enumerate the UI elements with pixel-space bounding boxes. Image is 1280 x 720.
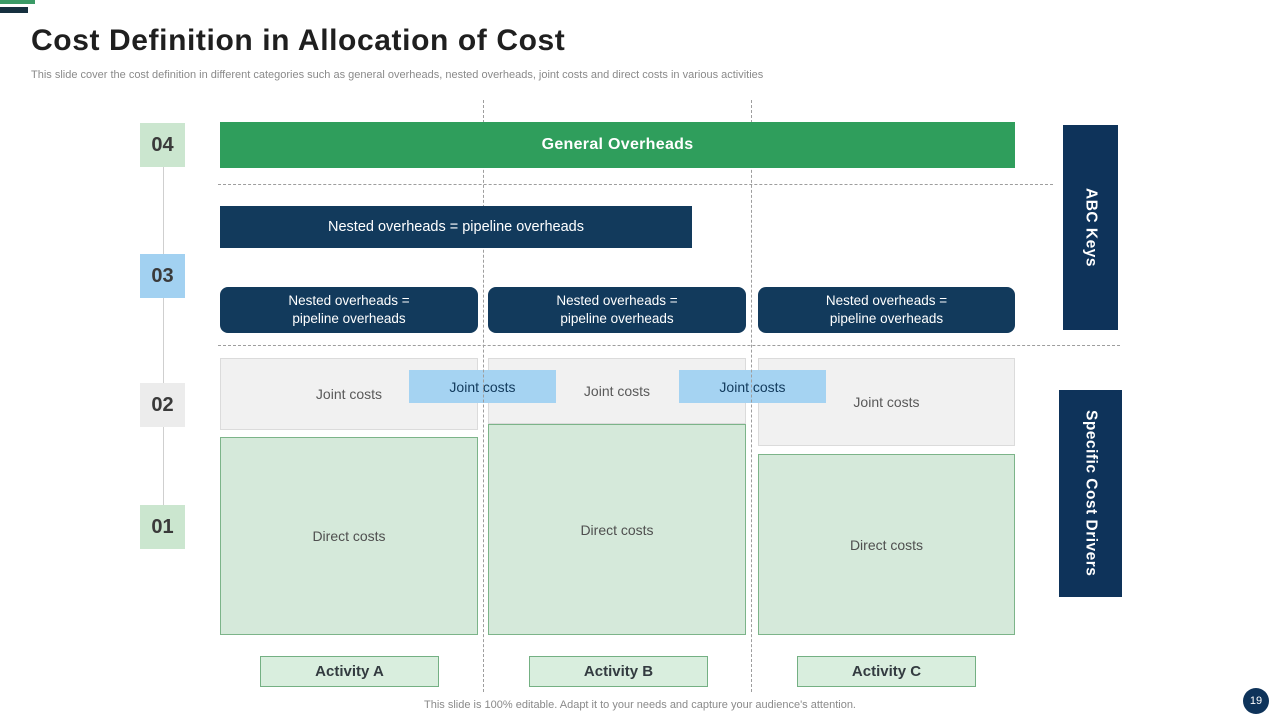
activity-a-label: Activity A	[260, 656, 439, 687]
timeline-connector-line	[163, 167, 164, 548]
page-number-badge: 19	[1243, 688, 1269, 714]
timeline-step-01: 01	[140, 505, 185, 549]
timeline-step-02: 02	[140, 383, 185, 427]
activity-b-label: Activity B	[529, 656, 708, 687]
general-overheads-bar: General Overheads	[220, 122, 1015, 168]
row-divider-dashed-bottom	[218, 345, 1120, 346]
nested-overheads-box-activity-a: Nested overheads = pipeline overheads	[220, 287, 478, 333]
timeline-step-04: 04	[140, 123, 185, 167]
column-divider-dashed-right	[751, 100, 752, 692]
page-subtitle: This slide cover the cost definition in …	[31, 69, 764, 81]
row-divider-dashed-top	[218, 184, 1053, 185]
timeline-step-03: 03	[140, 254, 185, 298]
nested-text-line1: Nested overheads =	[825, 292, 948, 308]
nested-overheads-wide-bar: Nested overheads = pipeline overheads	[220, 206, 692, 248]
joint-costs-shared-chip-bc: Joint costs	[679, 370, 826, 403]
direct-costs-box-activity-b: Direct costs	[488, 424, 746, 635]
header-accent-green	[0, 0, 35, 4]
nested-text-line1: Nested overheads =	[288, 292, 410, 308]
nested-overheads-box-activity-b: Nested overheads = pipeline overheads	[488, 287, 746, 333]
direct-costs-box-activity-a: Direct costs	[220, 437, 478, 635]
specific-cost-drivers-sidebar: Specific Cost Drivers	[1059, 390, 1122, 597]
nested-overheads-box-activity-c: Nested overheads = pipeline overheads	[758, 287, 1015, 333]
column-divider-dashed-left	[483, 100, 484, 692]
nested-text-line2: pipeline overheads	[560, 311, 674, 326]
header-accent-navy	[0, 7, 28, 13]
nested-text-line2: pipeline overheads	[829, 311, 944, 326]
nested-text-line2: pipeline overheads	[292, 311, 406, 326]
abc-keys-sidebar: ABC Keys	[1063, 125, 1118, 330]
nested-text-line1: Nested overheads =	[556, 292, 678, 308]
direct-costs-box-activity-c: Direct costs	[758, 454, 1015, 635]
page-title: Cost Definition in Allocation of Cost	[31, 24, 566, 57]
slide-canvas: Cost Definition in Allocation of Cost Th…	[0, 0, 1280, 720]
editable-note: This slide is 100% editable. Adapt it to…	[424, 699, 856, 711]
activity-c-label: Activity C	[797, 656, 976, 687]
